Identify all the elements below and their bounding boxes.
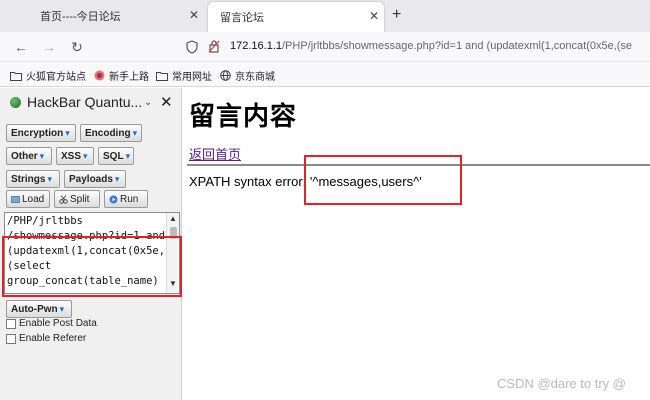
enable-referer-label: Enable Referer bbox=[19, 333, 87, 344]
split-icon bbox=[59, 194, 68, 204]
tab-message-forum[interactable]: 留言论坛 ✕ bbox=[208, 2, 384, 32]
back-home-link[interactable]: 返回首页 bbox=[189, 144, 241, 163]
navigation-bar: ← → ↻ 172.16.1.1/PHP/jrltbbs/showmessage… bbox=[0, 32, 650, 62]
shield-icon[interactable] bbox=[186, 40, 198, 54]
hackbar-title[interactable]: HackBar Quantu... bbox=[10, 94, 142, 110]
encoding-label: Encoding bbox=[85, 127, 131, 139]
plus-icon[interactable]: + bbox=[392, 6, 401, 24]
sql-button[interactable]: SQL ▾ bbox=[98, 147, 134, 165]
bookmark-firefox-official[interactable]: 火狐官方站点 bbox=[10, 68, 86, 83]
dropdown-arrow-icon: ▾ bbox=[83, 150, 88, 161]
split-label: Split bbox=[70, 193, 90, 205]
sql-label: SQL bbox=[103, 150, 124, 162]
close-tab-icon[interactable]: ✕ bbox=[368, 10, 380, 22]
strings-label: Strings bbox=[11, 173, 46, 185]
load-url-button[interactable]: Load bbox=[6, 190, 50, 208]
other-button[interactable]: Other ▾ bbox=[6, 147, 52, 165]
firefox-icon bbox=[94, 70, 105, 81]
hackbar-title-text: HackBar Quantu... bbox=[27, 94, 143, 110]
bookmark-label: 新手上路 bbox=[109, 72, 149, 83]
chevron-down-icon[interactable]: ⌄ bbox=[144, 97, 152, 108]
bookmarks-toolbar: 火狐官方站点 新手上路 常用网址 京东商城 bbox=[0, 63, 650, 87]
encryption-label: Encryption bbox=[11, 127, 64, 139]
bookmark-getting-started[interactable]: 新手上路 bbox=[94, 68, 149, 83]
tab-home-forum[interactable]: 首页----今日论坛 ✕ bbox=[0, 0, 206, 32]
bookmark-label: 火狐官方站点 bbox=[26, 72, 86, 83]
page-content: 留言内容 返回首页 XPATH syntax error: '^messages… bbox=[183, 88, 650, 400]
bookmark-common-sites[interactable]: 常用网址 bbox=[156, 68, 212, 83]
enable-post-checkbox[interactable]: Enable Post Data bbox=[6, 318, 97, 329]
tab-title: 留言论坛 bbox=[220, 12, 264, 24]
globe-icon bbox=[220, 70, 231, 81]
dropdown-arrow-icon: ▾ bbox=[59, 303, 65, 314]
close-tab-icon[interactable]: ✕ bbox=[188, 9, 200, 21]
dropdown-arrow-icon: ▾ bbox=[114, 173, 120, 184]
encoding-button[interactable]: Encoding ▾ bbox=[80, 124, 142, 142]
bookmark-label: 常用网址 bbox=[172, 72, 212, 83]
enable-referer-checkbox[interactable]: Enable Referer bbox=[6, 333, 86, 344]
split-url-button[interactable]: Split bbox=[54, 190, 100, 208]
hackbar-logo-icon bbox=[10, 96, 21, 108]
url-host: 172.16.1.1 bbox=[230, 40, 282, 52]
folder-icon bbox=[156, 71, 168, 81]
page-title: 留言内容 bbox=[189, 102, 298, 132]
xss-label: XSS bbox=[61, 150, 82, 162]
run-label: Run bbox=[120, 193, 139, 205]
auto-pwn-label: Auto-Pwn bbox=[11, 303, 58, 315]
play-icon bbox=[109, 195, 118, 203]
highlight-box-result bbox=[304, 155, 462, 205]
reload-icon[interactable]: ↻ bbox=[68, 38, 86, 56]
lock-icon[interactable] bbox=[208, 39, 220, 53]
strings-button[interactable]: Strings ▾ bbox=[6, 170, 60, 188]
bookmark-jd-mall[interactable]: 京东商城 bbox=[220, 68, 275, 83]
auto-pwn-button[interactable]: Auto-Pwn ▾ bbox=[6, 300, 72, 318]
enable-post-label: Enable Post Data bbox=[19, 318, 97, 329]
highlight-box-payload bbox=[2, 236, 182, 297]
address-bar[interactable]: 172.16.1.1/PHP/jrltbbs/showmessage.php?i… bbox=[230, 40, 650, 52]
back-arrow-icon[interactable]: ← bbox=[12, 38, 30, 56]
checkbox-box[interactable] bbox=[6, 333, 16, 344]
dropdown-arrow-icon: ▾ bbox=[125, 150, 131, 161]
load-icon bbox=[11, 195, 20, 203]
payloads-button[interactable]: Payloads ▾ bbox=[64, 170, 126, 188]
payloads-label: Payloads bbox=[69, 173, 113, 185]
folder-icon bbox=[10, 71, 22, 81]
encryption-button[interactable]: Encryption ▾ bbox=[6, 124, 76, 142]
dropdown-arrow-icon: ▾ bbox=[65, 127, 70, 138]
close-icon[interactable]: ✕ bbox=[160, 93, 173, 111]
execute-button[interactable]: Run bbox=[104, 190, 148, 208]
watermark: CSDN @dare to try @ bbox=[497, 376, 626, 391]
load-label: Load bbox=[22, 193, 45, 205]
forward-arrow-icon[interactable]: → bbox=[40, 38, 58, 56]
scroll-up-icon[interactable]: ▲ bbox=[169, 214, 177, 223]
bookmark-label: 京东商城 bbox=[235, 72, 275, 83]
tab-title: 首页----今日论坛 bbox=[40, 11, 121, 23]
dropdown-arrow-icon: ▾ bbox=[132, 127, 138, 138]
url-path: /PHP/jrltbbs/showmessage.php?id=1 and (u… bbox=[282, 40, 633, 52]
dropdown-arrow-icon: ▾ bbox=[47, 173, 52, 184]
tab-strip: 首页----今日论坛 ✕ 留言论坛 ✕ + bbox=[0, 0, 650, 32]
other-label: Other bbox=[11, 150, 38, 162]
checkbox-box[interactable] bbox=[6, 318, 16, 329]
xss-button[interactable]: XSS ▾ bbox=[56, 147, 94, 165]
dropdown-arrow-icon: ▾ bbox=[39, 150, 45, 161]
